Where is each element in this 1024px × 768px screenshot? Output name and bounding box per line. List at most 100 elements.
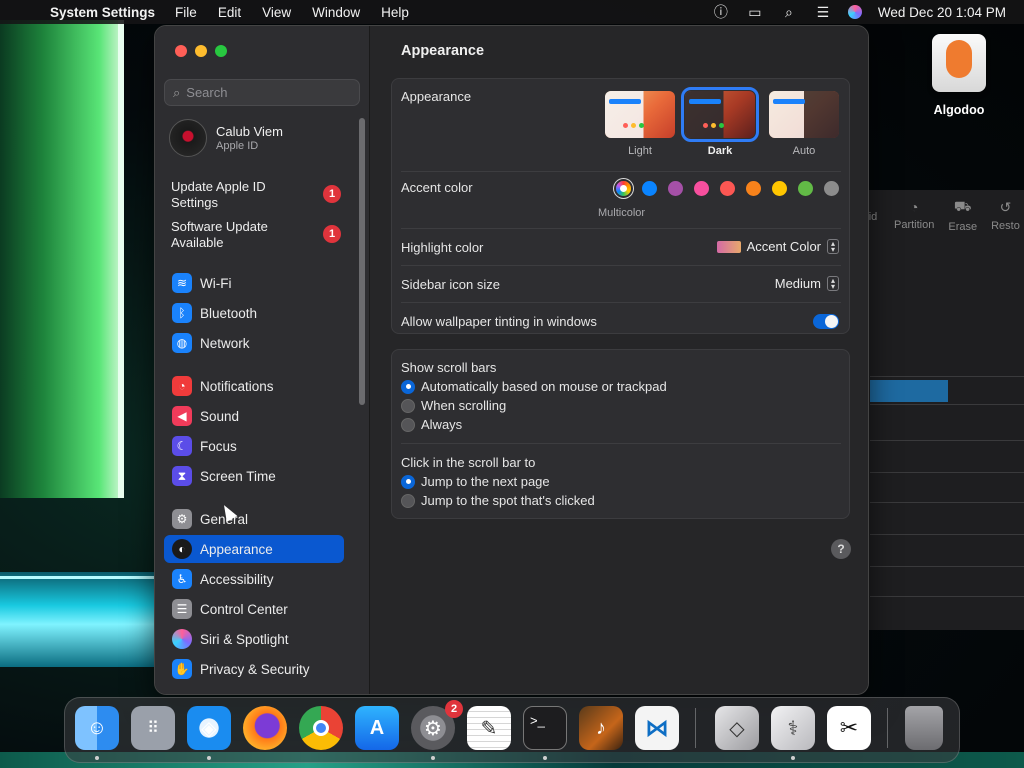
radio-scroll-when-scrolling[interactable]: When scrolling xyxy=(401,398,506,413)
menu-clock[interactable]: Wed Dec 20 1:04 PM xyxy=(878,5,1006,20)
sidebar-item-network[interactable]: ◍ Network xyxy=(164,329,344,357)
control-center-icon[interactable]: ☰ xyxy=(814,4,832,20)
radio-scroll-always[interactable]: Always xyxy=(401,417,462,432)
alert-update-apple-id[interactable]: Update Apple ID Settings 1 xyxy=(171,179,341,211)
appearance-option-auto[interactable] xyxy=(769,91,839,138)
wallpaper-tinting-toggle[interactable] xyxy=(813,314,839,329)
table-row-divider xyxy=(870,376,1024,377)
alert-software-update[interactable]: Software Update Available 1 xyxy=(171,219,341,251)
radio-jump-spot-clicked[interactable]: Jump to the spot that's clicked xyxy=(401,493,595,508)
appearance-option-light[interactable] xyxy=(605,91,675,138)
disk-utility-window: id ◔ Partition ⛟ Erase ↺ Resto xyxy=(866,190,1024,630)
accent-multicolor-swatch[interactable] xyxy=(616,181,631,196)
sidebar-icon-size-label: Sidebar icon size xyxy=(401,277,500,292)
sidebar-item-wifi[interactable]: ≋ Wi-Fi xyxy=(164,269,344,297)
dock-disk-utility-icon[interactable]: ⚕ xyxy=(771,706,815,750)
dock-safari-icon[interactable]: ◈ xyxy=(187,706,231,750)
sidebar-item-control-center[interactable]: ☰ Control Center xyxy=(164,595,344,623)
sidebar-item-appearance[interactable]: ◐ Appearance xyxy=(164,535,344,563)
alert-badge: 1 xyxy=(323,185,341,203)
sidebar-item-privacy-security[interactable]: ✋ Privacy & Security xyxy=(164,655,344,683)
accent-yellow-swatch[interactable] xyxy=(772,181,787,196)
close-window-button[interactable] xyxy=(175,45,187,57)
search-field[interactable]: ⌕ Search xyxy=(164,79,360,106)
partition-icon: ◔ xyxy=(909,199,919,215)
dock-finder-icon[interactable]: ☺ xyxy=(75,706,119,750)
siri-icon[interactable] xyxy=(847,5,862,19)
dock-capcut-icon[interactable]: ✂ xyxy=(827,706,871,750)
accent-red-swatch[interactable] xyxy=(720,181,735,196)
dock-trash-icon[interactable] xyxy=(905,706,943,750)
dock-garageband-icon[interactable]: ♪ xyxy=(579,706,623,750)
row-divider xyxy=(401,265,841,266)
dock-launchpad-icon[interactable]: ⠿ xyxy=(131,706,175,750)
toolbar-label: Partition xyxy=(894,219,935,231)
dock-terminal-icon[interactable]: >_ xyxy=(523,706,567,750)
accessibility-status-icon[interactable]: ⓘ xyxy=(712,4,730,20)
disk-usage-bar xyxy=(870,380,948,402)
table-row-divider xyxy=(870,566,1024,567)
dock-app-store-icon[interactable]: A xyxy=(355,706,399,750)
dock-running-indicator xyxy=(95,756,99,760)
menu-edit[interactable]: Edit xyxy=(218,5,241,20)
sidebar-item-screen-time[interactable]: ⧗ Screen Time xyxy=(164,462,344,490)
accent-purple-swatch[interactable] xyxy=(668,181,683,196)
sidebar-item-accessibility[interactable]: ♿ Accessibility xyxy=(164,565,344,593)
radio-scroll-automatic[interactable]: Automatically based on mouse or trackpad xyxy=(401,379,667,394)
sidebar-item-sound[interactable]: ◀ Sound xyxy=(164,402,344,430)
sidebar-item-bluetooth[interactable]: ᛒ Bluetooth xyxy=(164,299,344,327)
help-button[interactable]: ? xyxy=(831,539,851,559)
minimize-window-button[interactable] xyxy=(195,45,207,57)
apple-id-profile[interactable]: Calub Viem Apple ID xyxy=(169,119,283,157)
sidebar-item-notifications[interactable]: ◔ Notifications xyxy=(164,372,344,400)
accent-green-swatch[interactable] xyxy=(798,181,813,196)
radio-label: Always xyxy=(421,417,463,432)
sidebar-icon-size-popup[interactable]: Medium ▴ ▾ xyxy=(775,276,839,291)
highlight-color-popup[interactable]: Accent Color ▴ ▾ xyxy=(716,239,839,254)
light-preview-dots xyxy=(623,123,651,129)
dock-textedit-icon[interactable]: ✎ xyxy=(467,706,511,750)
main-pane: Appearance Appearance Light Dark Auto Ac… xyxy=(371,26,868,694)
sidebar-item-general[interactable]: ⚙ General xyxy=(164,505,344,533)
alert-label: Update Apple ID Settings xyxy=(171,179,266,210)
toolbar-erase[interactable]: ⛟ Erase xyxy=(948,198,977,233)
wallpaper-cyan-line xyxy=(0,576,168,579)
toolbar-partition[interactable]: ◔ Partition xyxy=(894,199,934,231)
appearance-option-label: Light xyxy=(628,145,652,157)
erase-icon: ⛟ xyxy=(953,197,972,214)
toolbar-restore[interactable]: ↺ Resto xyxy=(991,199,1020,232)
dock-boot-camp-icon[interactable]: ◇ xyxy=(715,706,759,750)
dock-firefox-icon[interactable] xyxy=(243,706,287,750)
accent-orange-swatch[interactable] xyxy=(746,181,761,196)
sidebar-item-siri-spotlight[interactable]: Siri & Spotlight xyxy=(164,625,344,653)
dock: ☺ ⠿ ◈ A ⚙ 2 ✎ >_ ♪ ⋈ ◇ ⚕ ✂ xyxy=(64,697,960,763)
zoom-window-button[interactable] xyxy=(215,45,227,57)
dark-preview-dots xyxy=(703,123,731,129)
dock-vscode-icon[interactable]: ⋈ xyxy=(635,706,679,750)
radio-label: Jump to the next page xyxy=(421,474,550,489)
desktop-icon-algodoo[interactable]: Algodoo xyxy=(920,34,998,117)
menu-help[interactable]: Help xyxy=(381,5,409,20)
accent-pink-swatch[interactable] xyxy=(694,181,709,196)
accent-blue-swatch[interactable] xyxy=(642,181,657,196)
menu-view[interactable]: View xyxy=(262,5,291,20)
screen-mirroring-icon[interactable]: ▭ xyxy=(746,4,764,20)
dock-system-settings-icon[interactable]: ⚙ 2 xyxy=(411,700,463,750)
appearance-option-label: Auto xyxy=(792,145,816,157)
menu-file[interactable]: File xyxy=(175,5,197,20)
chrome-center-icon xyxy=(313,720,329,736)
menu-app-name[interactable]: System Settings xyxy=(50,5,155,20)
menu-window[interactable]: Window xyxy=(312,5,360,20)
accent-graphite-swatch[interactable] xyxy=(824,181,839,196)
sidebar-item-focus[interactable]: ☾ Focus xyxy=(164,432,344,460)
accessibility-icon: ♿ xyxy=(172,569,192,589)
system-settings-window: ⌕ Search Calub Viem Apple ID Update Appl… xyxy=(154,25,869,695)
dock-chrome-icon[interactable] xyxy=(299,706,343,750)
light-preview-accent xyxy=(609,99,641,104)
appearance-option-dark[interactable] xyxy=(681,87,759,142)
sidebar: ⌕ Search Calub Viem Apple ID Update Appl… xyxy=(155,26,370,694)
sidebar-scrollbar[interactable] xyxy=(359,118,365,405)
spotlight-search-icon[interactable]: ⌕ xyxy=(780,4,798,20)
radio-jump-next-page[interactable]: Jump to the next page xyxy=(401,474,550,489)
row-divider xyxy=(401,302,841,303)
